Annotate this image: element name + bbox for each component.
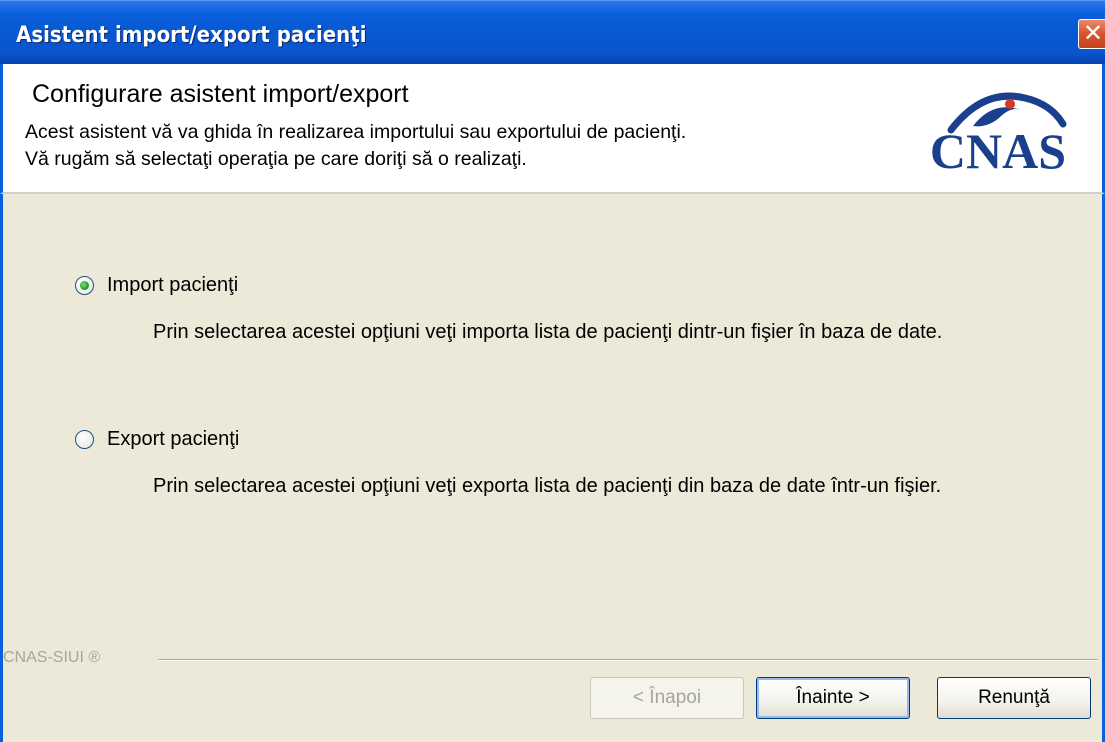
logo-text: CNAS xyxy=(930,123,1066,177)
next-button[interactable]: Înainte > xyxy=(756,677,910,719)
export-label[interactable]: Export pacienţi xyxy=(107,428,239,451)
title-bar[interactable]: Asistent import/export pacienţi ✕ xyxy=(0,0,1105,64)
header-description-line-1: Acest asistent vă va ghida în realizarea… xyxy=(25,121,687,143)
close-icon: ✕ xyxy=(1082,20,1104,47)
header-description-line-2: Vă rugăm să selectaţi operaţia pe care d… xyxy=(25,148,527,170)
export-radio[interactable] xyxy=(75,430,94,449)
page-title: Configurare asistent import/export xyxy=(32,80,409,108)
import-option[interactable]: Import pacienţi xyxy=(75,274,238,297)
back-button[interactable]: < Înapoi xyxy=(590,677,744,719)
window-title: Asistent import/export pacienţi xyxy=(16,23,367,48)
radio-selected-dot xyxy=(80,281,89,290)
import-radio[interactable] xyxy=(75,276,94,295)
cancel-button[interactable]: Renunţă xyxy=(937,677,1091,719)
close-button[interactable]: ✕ xyxy=(1078,19,1105,49)
export-description: Prin selectarea acestei opţiuni veţi exp… xyxy=(153,475,942,497)
import-label[interactable]: Import pacienţi xyxy=(107,274,238,297)
footer-rule xyxy=(158,659,1098,661)
footer-brand: CNAS-SIUI ® xyxy=(3,649,101,666)
wizard-header: Configurare asistent import/export Acest… xyxy=(0,64,1105,194)
header-description: Acest asistent vă va ghida în realizarea… xyxy=(25,119,885,173)
wizard-content: Import pacienţi Prin selectarea acestei … xyxy=(0,194,1105,742)
cnas-logo: CNAS xyxy=(930,92,1067,177)
import-description: Prin selectarea acestei opţiuni veţi imp… xyxy=(153,321,943,343)
export-option[interactable]: Export pacienţi xyxy=(75,428,239,451)
footer-separator: CNAS-SIUI ® xyxy=(3,649,1105,669)
